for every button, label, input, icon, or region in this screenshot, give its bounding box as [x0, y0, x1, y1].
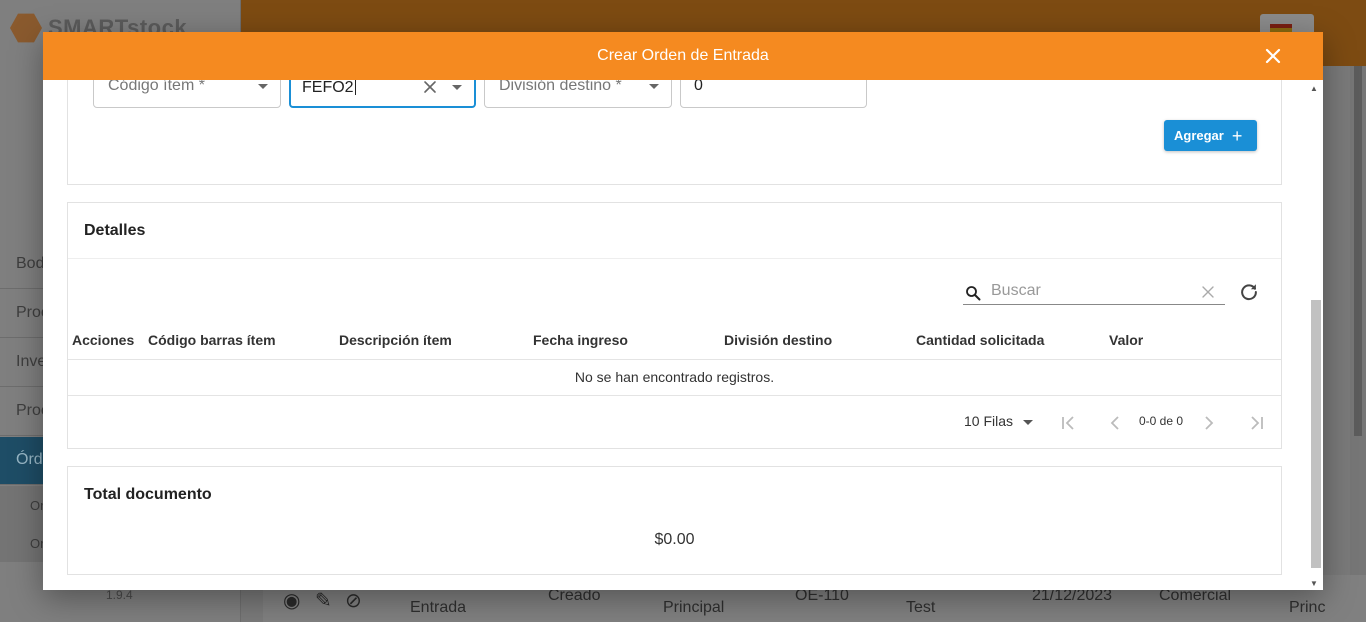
page-scrollbar[interactable] — [1350, 66, 1366, 622]
details-card: Detalles Acciones Código barras ítem Des… — [67, 202, 1282, 449]
pencil-icon[interactable]: ✎ — [315, 588, 332, 613]
total-value: $0.00 — [654, 531, 695, 548]
details-title: Detalles — [84, 222, 146, 239]
division-label: División destino * — [499, 80, 622, 94]
dialog-body: Código ítem * FEFO2 División destino * 0… — [43, 80, 1323, 590]
item-code-label: Código ítem * — [108, 80, 205, 94]
column-header[interactable]: Código barras ítem — [148, 332, 276, 348]
rows-per-page-value: 10 Filas — [964, 413, 1014, 429]
column-header[interactable]: División destino — [724, 332, 832, 348]
column-header[interactable]: Valor — [1109, 332, 1143, 348]
table-cell: Test — [906, 599, 936, 616]
divider — [68, 359, 1281, 360]
last-page-icon[interactable] — [1247, 413, 1267, 433]
prev-page-icon[interactable] — [1105, 413, 1125, 433]
search-icon — [965, 285, 981, 301]
item-code-select[interactable]: Código ítem * — [93, 80, 281, 108]
table-cell: Princ — [1289, 599, 1326, 616]
logo-icon — [10, 13, 42, 43]
create-entry-order-dialog: Crear Orden de Entrada Código ítem * FEF… — [43, 32, 1323, 590]
block-icon[interactable]: ⊘ — [345, 588, 362, 613]
dialog-title: Crear Orden de Entrada — [597, 47, 769, 64]
clear-icon[interactable] — [422, 80, 438, 95]
empty-message: No se han encontrado registros. — [574, 369, 775, 385]
search-input[interactable] — [991, 279, 1191, 303]
quantity-value: 0 — [694, 80, 703, 94]
column-header[interactable]: Cantidad solicitada — [916, 332, 1044, 348]
add-button-label: Agregar — [1174, 128, 1224, 143]
page-info: 0-0 de 0 — [1139, 414, 1184, 428]
item-form-card: Código ítem * FEFO2 División destino * 0… — [67, 80, 1282, 185]
app-version: 1.9.4 — [106, 588, 133, 602]
plus-icon: + — [1231, 125, 1243, 146]
search-field[interactable] — [963, 279, 1225, 305]
dialog-scrollbar[interactable]: ▲ ▼ — [1309, 82, 1321, 590]
quantity-input[interactable]: 0 — [680, 80, 867, 108]
refresh-icon[interactable] — [1238, 281, 1260, 303]
first-page-icon[interactable] — [1058, 413, 1078, 433]
caret-down-icon — [1023, 419, 1034, 425]
divider — [68, 258, 1281, 259]
scroll-thumb[interactable] — [1311, 300, 1321, 568]
column-header[interactable]: Acciones — [72, 332, 134, 348]
rows-per-page-select[interactable]: 10 Filas — [964, 413, 1034, 429]
next-page-icon[interactable] — [1199, 413, 1219, 433]
total-title: Total documento — [84, 486, 212, 503]
total-card: Total documento $0.00 — [67, 466, 1282, 575]
column-header[interactable]: Fecha ingreso — [533, 332, 628, 348]
caret-down-icon[interactable] — [452, 85, 462, 90]
eye-icon[interactable]: ◉ — [283, 588, 300, 613]
add-button[interactable]: Agregar + — [1164, 120, 1257, 151]
lot-value: FEFO2 — [302, 80, 356, 96]
close-icon[interactable] — [1261, 44, 1285, 68]
table-cell: Entrada — [410, 599, 467, 616]
destination-division-select[interactable]: División destino * — [484, 80, 672, 108]
column-header[interactable]: Descripción ítem — [339, 332, 452, 348]
divider — [68, 395, 1281, 396]
clear-search-icon[interactable] — [1201, 285, 1215, 299]
scroll-down-icon[interactable]: ▼ — [1310, 579, 1318, 588]
lot-select[interactable]: FEFO2 — [289, 80, 476, 108]
table-cell: Principal — [663, 599, 725, 616]
caret-down-icon[interactable] — [649, 84, 659, 89]
scroll-up-icon[interactable]: ▲ — [1310, 84, 1318, 93]
caret-down-icon[interactable] — [258, 84, 268, 89]
dialog-header: Crear Orden de Entrada — [43, 32, 1323, 80]
